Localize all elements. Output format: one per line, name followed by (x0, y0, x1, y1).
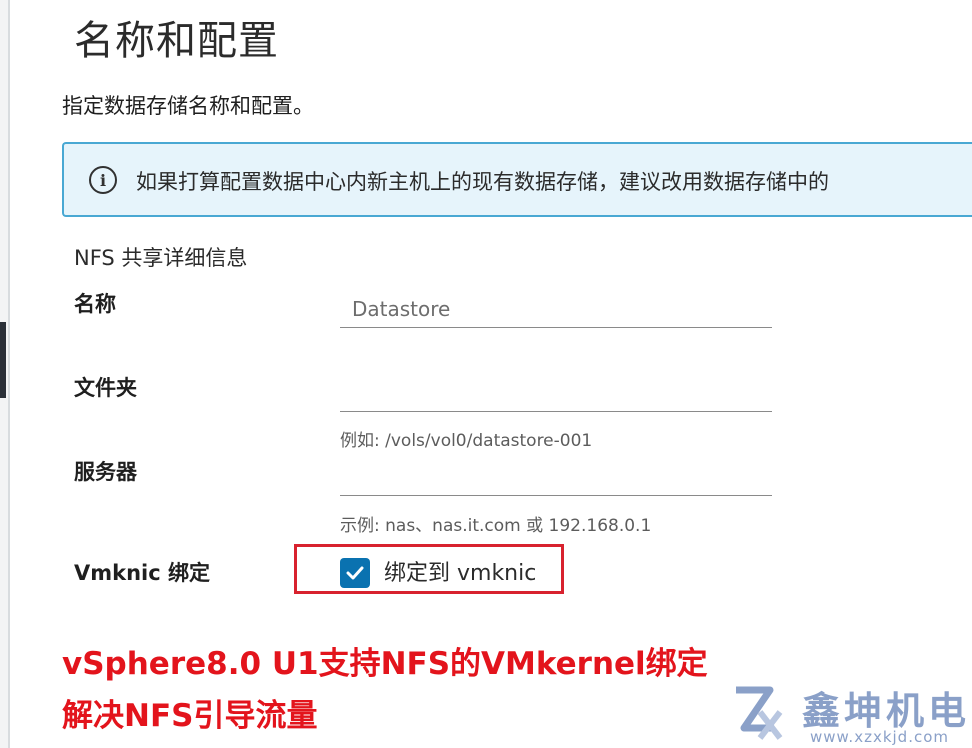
left-nav-marker (0, 322, 6, 398)
watermark-url: www.xzxkjd.com (810, 728, 950, 746)
server-label: 服务器 (74, 460, 137, 484)
vmknic-label: Vmknic 绑定 (74, 561, 211, 585)
vmknic-checkbox[interactable] (340, 558, 370, 588)
server-field-container (340, 458, 772, 496)
folder-helper-text: 例如: /vols/vol0/datastore-001 (340, 431, 593, 451)
page-subtitle: 指定数据存储名称和配置。 (62, 94, 314, 118)
server-helper-text: 示例: nas、nas.it.com 或 192.168.0.1 (340, 516, 652, 536)
vmknic-checkbox-label[interactable]: 绑定到 vmknic (384, 555, 536, 587)
annotation-line-2: 解决NFS引导流量 (62, 698, 318, 734)
page-title: 名称和配置 (74, 18, 279, 64)
watermark-logo-icon (736, 686, 783, 740)
server-input[interactable] (340, 458, 772, 495)
left-panel-border (8, 0, 10, 748)
folder-input[interactable] (340, 374, 772, 411)
info-banner-text: 如果打算配置数据中心内新主机上的现有数据存储，建议改用数据存储中的 (136, 170, 829, 194)
folder-field-container (340, 374, 772, 412)
watermark-text: 鑫坤机电 (802, 689, 971, 733)
check-icon (346, 566, 364, 580)
name-field-container (340, 290, 772, 328)
info-icon: i (89, 166, 117, 194)
watermark: 鑫坤机电 www.xzxkjd.com (730, 680, 972, 748)
section-title: NFS 共享详细信息 (74, 246, 248, 270)
name-input[interactable] (340, 290, 772, 327)
name-label: 名称 (74, 292, 116, 316)
annotation-line-1: vSphere8.0 U1支持NFS的VMkernel绑定 (62, 646, 708, 682)
folder-label: 文件夹 (74, 376, 137, 400)
info-banner: i 如果打算配置数据中心内新主机上的现有数据存储，建议改用数据存储中的 (62, 142, 972, 217)
